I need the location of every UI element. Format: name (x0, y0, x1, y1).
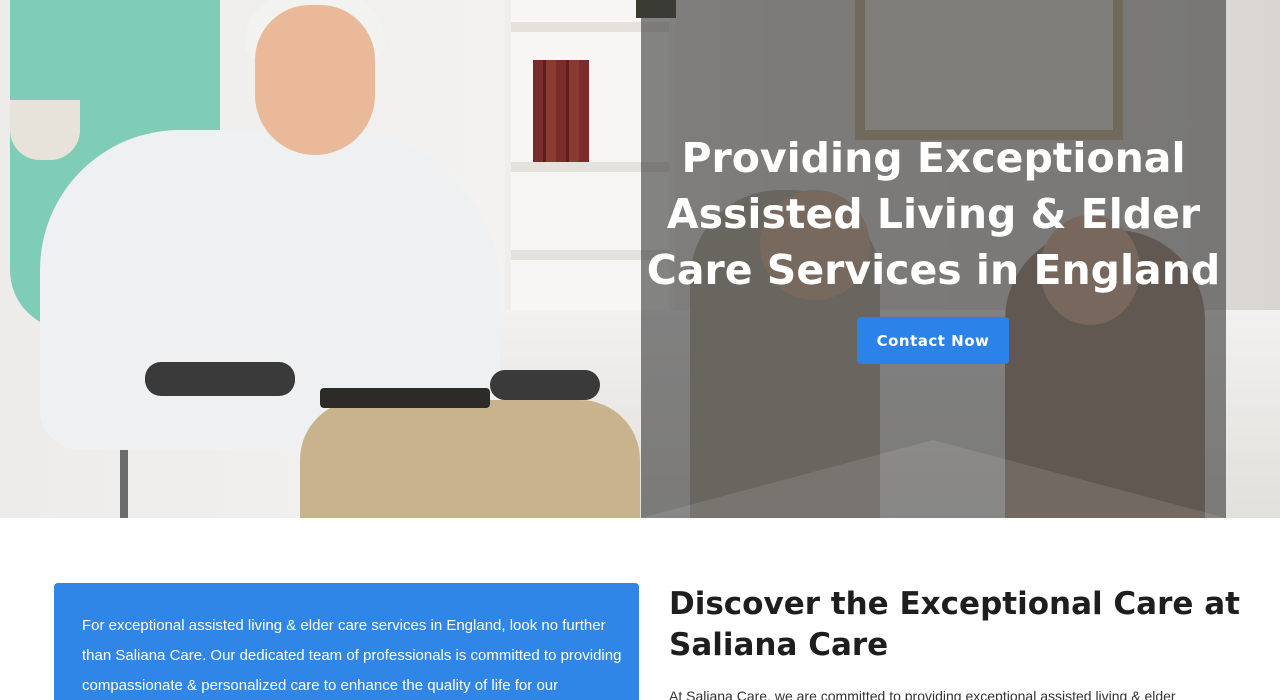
contact-now-button[interactable]: Contact Now (857, 317, 1009, 364)
intro-card: For exceptional assisted living & elder … (54, 583, 639, 700)
photo-books (533, 60, 589, 162)
photo-man-belt (320, 388, 490, 408)
photo-wheelchair-armrest (490, 370, 600, 400)
hero-overlay-wedge (641, 440, 1226, 518)
photo-man-face (255, 5, 375, 155)
photo-man-trousers (300, 400, 640, 518)
photo-caregiver-arm (10, 100, 80, 160)
photo-wheelchair-armrest (145, 362, 295, 396)
hero-title: Providing Exceptional Assisted Living & … (646, 134, 1221, 294)
hero-banner: Providing Exceptional Assisted Living & … (0, 0, 1280, 518)
discover-text: At Saliana Care, we are committed to pro… (669, 688, 1176, 700)
intro-text: For exceptional assisted living & elder … (82, 617, 622, 694)
discover-title: Discover the Exceptional Care at Saliana… (669, 586, 1240, 663)
